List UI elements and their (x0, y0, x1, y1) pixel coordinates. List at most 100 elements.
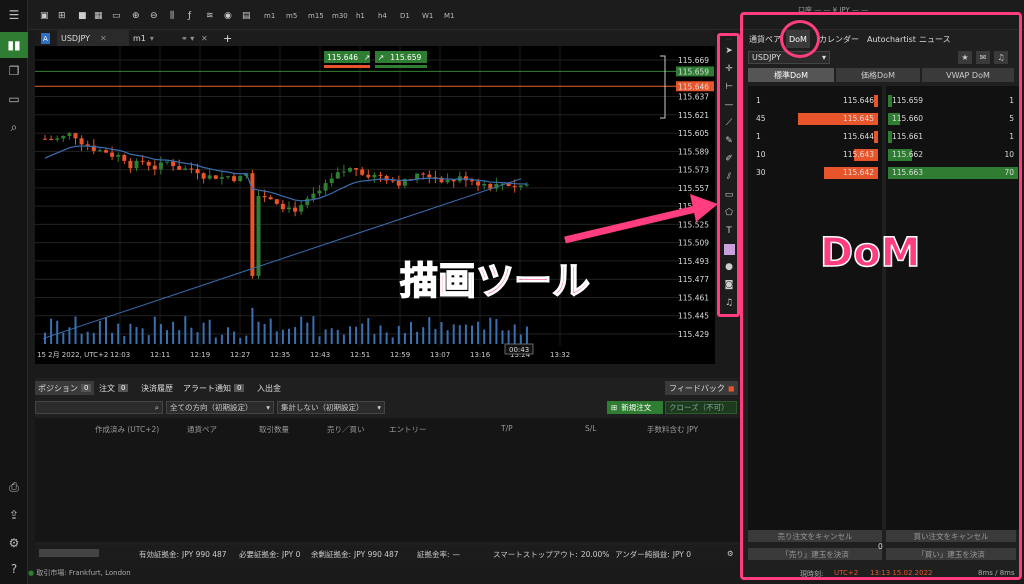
volume-bar (330, 328, 333, 344)
direction-filter[interactable]: 全ての方向（初期設定） ▾ (166, 401, 274, 414)
candle-body (104, 150, 108, 153)
tf-m30[interactable]: m30 (332, 9, 348, 23)
volume-bar (227, 327, 229, 344)
sell-quote[interactable]: 115.646 ↗ (324, 51, 370, 63)
volume-bar (92, 332, 95, 344)
print-icon[interactable]: ⎙ (0, 474, 28, 500)
account-status-bar: 有効証拠金: JPY 990 487 必要証拠金: JPY 0 余剰証拠金: JPY 99… (35, 545, 743, 561)
tab-timeframe[interactable]: m1 ▾ (129, 30, 173, 46)
time-axis-label: 12:11 (150, 351, 170, 359)
tf-m5[interactable]: m5 (286, 9, 297, 23)
screen-icon[interactable]: ▣ (40, 9, 49, 23)
volume-bar (159, 323, 162, 344)
left-sidebar: ☰ ▮▮ ❐ ▭ ⌕ ⎙ ⇪ ⚙ ? (0, 0, 28, 584)
tab-funds[interactable]: 入出金 (257, 381, 281, 395)
candle-body (335, 172, 340, 179)
volume-bar (269, 318, 272, 344)
template-icon[interactable]: ▤ (242, 9, 251, 23)
copy-icon[interactable]: ❐ (0, 58, 28, 84)
layout-icon[interactable]: ⊞ (58, 9, 66, 23)
candle-body (482, 184, 487, 186)
add-tab-button[interactable]: + (219, 30, 236, 46)
col-entry[interactable]: エントリー (389, 424, 427, 435)
chevron-down-icon: ▾ (149, 33, 154, 43)
col-direction[interactable]: 売り／買い (327, 424, 365, 435)
col-pair[interactable]: 通貨ペア (187, 424, 217, 435)
tab-history[interactable]: 決済履歴 (141, 381, 173, 395)
candle-body (476, 181, 481, 186)
candle-body (524, 184, 529, 186)
candles-icon[interactable]: ⫼ (170, 9, 174, 23)
volume-bar (342, 334, 345, 344)
candle-body (201, 173, 206, 179)
status-value: — (452, 550, 461, 559)
candle-body (378, 174, 383, 176)
candle-body (427, 174, 432, 178)
candle-body (445, 180, 450, 183)
help-icon[interactable]: ? (0, 556, 28, 582)
volume-bar (123, 336, 126, 344)
col-amount[interactable]: 取引数量 (259, 424, 289, 435)
volume-bar (56, 320, 59, 344)
settings-icon[interactable]: ⚙ (0, 530, 28, 556)
chart-trade-icon[interactable]: ▮▮ (0, 32, 28, 58)
tf-d1[interactable]: D1 (400, 9, 410, 23)
link-icon[interactable]: ⚭ ▾ (177, 30, 198, 46)
aggregate-filter[interactable]: 集計しない（初期設定） ▾ (277, 401, 385, 414)
col-created[interactable]: 作成済み (UTC+2) (95, 424, 159, 435)
zoom-in-icon[interactable]: ⊕ (132, 9, 140, 23)
bottom-panel: ポジション 0 注文 0 決済履歴 アラート通知 0 入出金 フィードバック ◼ ⌕ 全… (35, 378, 743, 560)
tab-positions[interactable]: ポジション 0 (35, 381, 95, 395)
candle-body (97, 150, 102, 152)
tf-m1[interactable]: m1 (264, 9, 275, 23)
search-input[interactable]: ⌕ (35, 401, 163, 414)
time-axis-label: 13:16 (470, 351, 491, 359)
wallet-icon[interactable]: ▭ (0, 86, 28, 112)
new-order-button[interactable]: ⊞ 新規注文 (607, 401, 663, 414)
tf-mn1[interactable]: M1 (444, 9, 455, 23)
volume-bar (233, 331, 236, 344)
candle-body (366, 174, 371, 178)
candle-body (396, 180, 401, 186)
zoom-out-icon[interactable]: ⊖ (150, 9, 158, 23)
candle-body (390, 180, 395, 182)
col-tp[interactable]: T/P (501, 424, 513, 433)
monitor-icon[interactable]: ▭ (112, 9, 121, 23)
price-chart[interactable]: 115.669 115.659 115.646 115.637 115.621 115.6… (35, 46, 715, 364)
layers-icon[interactable]: ≋ (206, 9, 214, 23)
status-key: 必要証拠金: (239, 550, 280, 559)
status-key: スマートストップアウト: (493, 550, 578, 559)
plus-icon: ⊞ (611, 403, 618, 412)
feedback-button[interactable]: フィードバック ◼ (665, 381, 739, 395)
tf-h1[interactable]: h1 (356, 9, 365, 23)
grid-icon[interactable]: ▦ (94, 9, 103, 23)
volume-bar (306, 322, 309, 344)
tf-m15[interactable]: m15 (308, 9, 324, 23)
settings-icon-2[interactable]: ⚙ (727, 549, 734, 558)
col-fee[interactable]: 手数料含む JPY (647, 424, 698, 435)
volume-bar (410, 321, 412, 344)
search-chart-icon[interactable]: ⌕ (0, 114, 28, 140)
eye-icon[interactable]: ◉ (224, 9, 232, 23)
tab-close-icon-2[interactable]: ✕ (197, 30, 212, 46)
col-sl[interactable]: S/L (585, 424, 596, 433)
positions-grid (35, 418, 743, 542)
candle-body (341, 171, 346, 173)
tab-close-icon[interactable]: ✕ (100, 34, 107, 43)
buy-quote[interactable]: ↗ 115.659 (375, 51, 427, 63)
tab-alerts[interactable]: アラート通知 0 (183, 381, 245, 395)
export-icon[interactable]: ⇪ (0, 502, 28, 528)
indicator-icon[interactable]: ƒ (188, 9, 191, 23)
tab-usdjpy[interactable]: USDJPY ✕ (57, 30, 129, 46)
price-axis-label: 115.669 (678, 56, 709, 65)
window-icon[interactable]: ■ (78, 9, 87, 23)
candle-body (256, 196, 261, 276)
tf-h4[interactable]: h4 (378, 9, 387, 23)
candle-body (317, 190, 322, 194)
tab-orders[interactable]: 注文 0 (99, 381, 129, 395)
order-bracket (660, 55, 666, 119)
menu-icon[interactable]: ☰ (0, 2, 28, 28)
price-axis-label: 115.573 (678, 166, 709, 175)
tf-w1[interactable]: W1 (422, 9, 433, 23)
status-item: アンダー純損益: JPY 0 (615, 549, 691, 560)
